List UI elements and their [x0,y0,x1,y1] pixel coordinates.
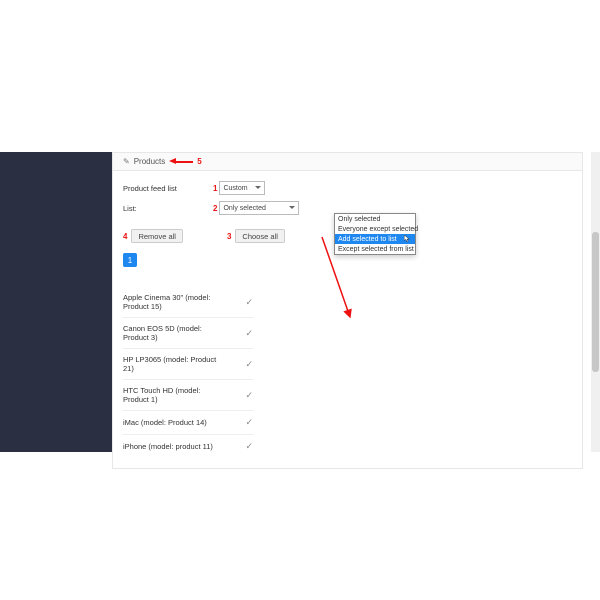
product-name: iPhone (model: product 11) [123,442,228,451]
list-select-value: Only selected [223,205,265,212]
list-label: List: [123,204,213,213]
check-icon[interactable]: ✓ [245,417,253,428]
list-option[interactable]: Except selected from list [335,244,415,254]
product-name: Canon EOS 5D (model: Product 3) [123,324,228,342]
panel-title: Products [134,157,166,166]
check-icon[interactable]: ✓ [245,297,253,308]
check-icon[interactable]: ✓ [245,359,253,370]
product-name: iMac (model: Product 14) [123,418,228,427]
product-row: Canon EOS 5D (model: Product 3) ✓ [123,317,253,348]
product-row: iPhone (model: product 11) ✓ [123,434,253,458]
annotation-number: 4 [123,232,127,241]
product-row: iMac (model: Product 14) ✓ [123,410,253,434]
choose-all-button[interactable]: Choose all [235,229,284,243]
annotation-number: 1 [213,184,217,193]
list-option[interactable]: Only selected [335,214,415,224]
product-list: Apple Cinema 30" (model: Product 15) ✓ C… [123,287,572,458]
check-icon[interactable]: ✓ [245,441,253,452]
panel-header: ✎ Products 5 [113,153,582,171]
chevron-down-icon [289,206,295,209]
product-name: HP LP3065 (model: Product 21) [123,355,228,373]
pencil-icon: ✎ [123,157,130,166]
list-select[interactable]: Only selected [219,201,299,215]
product-row: Apple Cinema 30" (model: Product 15) ✓ [123,287,253,317]
product-name: Apple Cinema 30" (model: Product 15) [123,293,228,311]
check-icon[interactable]: ✓ [245,390,253,401]
list-option[interactable]: Everyone except selected [335,224,415,234]
annotation-number: 3 [227,232,231,241]
annotation-number: 2 [213,204,217,213]
list-select-dropdown[interactable]: Only selected Everyone except selected A… [334,213,416,255]
product-row: HTC Touch HD (model: Product 1) ✓ [123,379,253,410]
remove-all-button[interactable]: Remove all [131,229,183,243]
product-row: HP LP3065 (model: Product 21) ✓ [123,348,253,379]
check-icon[interactable]: ✓ [245,328,253,339]
chevron-down-icon [255,186,261,189]
products-panel: ✎ Products 5 Product feed list 1 Custom … [112,152,583,469]
list-option[interactable]: Add selected to list [335,234,415,244]
scrollbar-thumb[interactable] [592,232,599,372]
list-option-label: Add selected to list [338,236,397,243]
vertical-scrollbar[interactable] [591,152,600,452]
annotation-number: 5 [197,157,201,166]
admin-sidebar [0,152,112,452]
feed-list-select[interactable]: Custom [219,181,265,195]
product-name: HTC Touch HD (model: Product 1) [123,386,228,404]
feed-list-label: Product feed list [123,184,213,193]
feed-list-select-value: Custom [223,185,247,192]
annotation-arrow-icon [169,158,193,165]
mouse-cursor-icon [404,235,410,243]
pagination-page-current[interactable]: 1 [123,253,137,267]
